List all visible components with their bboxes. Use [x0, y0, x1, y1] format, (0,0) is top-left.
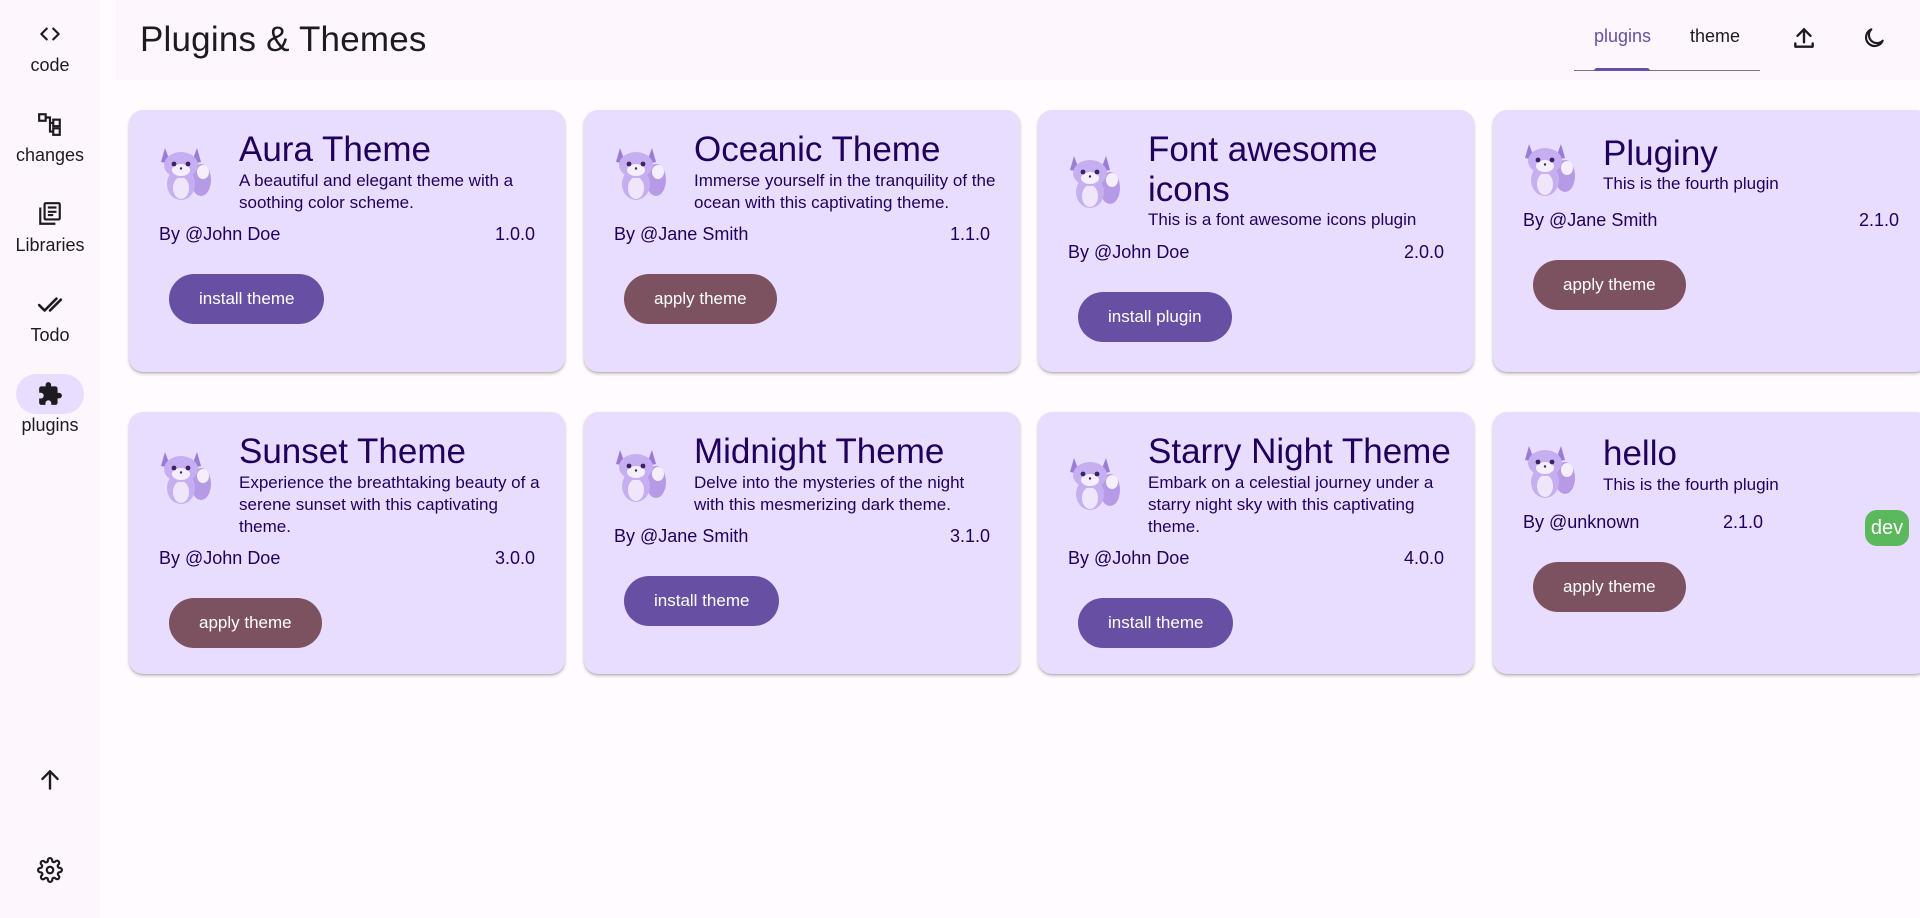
- fox-avatar-icon: [161, 452, 211, 504]
- tab-plugins[interactable]: plugins: [1594, 26, 1651, 47]
- settings-button[interactable]: [0, 852, 100, 892]
- sidebar-item-todo[interactable]: Todo: [0, 284, 100, 346]
- card-title: Aura Theme: [239, 130, 431, 169]
- sidebar-item-code[interactable]: code: [0, 14, 100, 76]
- sidebar-item-label: code: [30, 55, 70, 75]
- sidebar: code changes Libraries Todo plugins: [0, 0, 100, 918]
- card-version: 3.0.0: [494, 548, 535, 568]
- card-description: A beautiful and elegant theme with a soo…: [239, 171, 514, 212]
- tab-bar: plugins theme: [1574, 18, 1760, 71]
- sidebar-item-label: plugins: [21, 415, 79, 435]
- upload-button[interactable]: [1786, 22, 1822, 58]
- sidebar-item-changes[interactable]: changes: [0, 104, 100, 166]
- fox-avatar-icon: [161, 148, 211, 200]
- page-title: Plugins & Themes: [140, 20, 427, 59]
- apply-theme-button[interactable]: apply theme: [1533, 260, 1686, 310]
- fox-avatar-icon: [1525, 446, 1575, 498]
- card-description: This is the fourth plugin: [1603, 174, 1779, 193]
- install-theme-button[interactable]: install theme: [624, 576, 780, 626]
- card-author: By @Jane Smith: [614, 224, 749, 244]
- apply-theme-button[interactable]: apply theme: [169, 598, 322, 648]
- plugin-card: Starry Night Theme Embark on a celestial…: [1038, 412, 1474, 674]
- dev-badge: dev: [1865, 510, 1909, 546]
- card-description: This is a font awesome icons plugin: [1148, 210, 1417, 229]
- card-title: Pluginy: [1603, 134, 1718, 173]
- card-author: By @Jane Smith: [1523, 210, 1658, 230]
- card-description: This is the fourth plugin: [1603, 475, 1779, 494]
- card-title: Sunset Theme: [239, 432, 466, 471]
- card-description: Embark on a celestial journey under a st…: [1148, 473, 1434, 536]
- theme-toggle-button[interactable]: [1856, 22, 1892, 58]
- plugin-card: Pluginy This is the fourth plugin By @Ja…: [1493, 110, 1920, 372]
- card-version: 4.0.0: [1403, 548, 1444, 568]
- sidebar-item-label: Libraries: [15, 235, 85, 255]
- library-icon: [16, 194, 84, 234]
- card-version: 2.1.0: [1723, 512, 1764, 532]
- moon-icon: [1861, 25, 1887, 56]
- check-icon: [16, 284, 84, 324]
- card-description: Delve into the mysteries of the night wi…: [694, 473, 965, 514]
- card-title: Oceanic Theme: [694, 130, 941, 169]
- card-title: hello: [1603, 434, 1677, 473]
- fox-avatar-icon: [1525, 144, 1575, 196]
- sidebar-item-label: changes: [15, 145, 85, 165]
- card-author: By @Jane Smith: [614, 526, 749, 546]
- card-title: Font awesome icons: [1148, 130, 1378, 209]
- puzzle-icon: [16, 374, 84, 414]
- tab-theme[interactable]: theme: [1690, 26, 1740, 47]
- plugin-card: Oceanic Theme Immerse yourself in the tr…: [584, 110, 1020, 372]
- scroll-top-button[interactable]: [0, 762, 100, 802]
- card-description: Immerse yourself in the tranquility of t…: [694, 171, 996, 212]
- card-version: 3.1.0: [949, 526, 990, 546]
- arrow-up-icon: [37, 767, 63, 798]
- fox-avatar-icon: [616, 450, 666, 502]
- sidebar-item-plugins[interactable]: plugins: [0, 374, 100, 436]
- card-author: By @John Doe: [1068, 242, 1190, 262]
- card-version: 2.1.0: [1858, 210, 1899, 230]
- card-version: 1.0.0: [494, 224, 535, 244]
- fox-avatar-icon: [616, 148, 666, 200]
- app-window: code changes Libraries Todo plugins Plug…: [0, 0, 1920, 918]
- card-description: Experience the breathtaking beauty of a …: [239, 473, 540, 536]
- code-icon: [16, 14, 84, 54]
- install-theme-button[interactable]: install theme: [169, 274, 325, 324]
- plugin-card: Sunset Theme Experience the breathtaking…: [129, 412, 565, 674]
- fox-avatar-icon: [1070, 156, 1120, 208]
- apply-theme-button[interactable]: apply theme: [1533, 562, 1686, 612]
- fox-avatar-icon: [1070, 458, 1120, 510]
- sidebar-item-libraries[interactable]: Libraries: [0, 194, 100, 256]
- card-author: By @John Doe: [159, 548, 281, 568]
- install-plugin-button[interactable]: install plugin: [1078, 292, 1232, 342]
- card-author: By @John Doe: [159, 224, 281, 244]
- card-author: By @John Doe: [1068, 548, 1190, 568]
- plugin-card: Aura Theme A beautiful and elegant theme…: [129, 110, 565, 372]
- card-version: 2.0.0: [1403, 242, 1444, 262]
- active-tab-indicator: [1594, 68, 1650, 71]
- card-author: By @unknown: [1523, 512, 1640, 532]
- card-version: 1.1.0: [949, 224, 990, 244]
- sidebar-item-label: Todo: [30, 325, 70, 345]
- plugin-card: hello This is the fourth plugin By @unkn…: [1493, 412, 1920, 674]
- install-theme-button[interactable]: install theme: [1078, 598, 1234, 648]
- card-title: Starry Night Theme: [1148, 432, 1451, 471]
- top-app-bar: Plugins & Themes plugins theme: [116, 0, 1920, 80]
- plugin-card: Font awesome icons This is a font awesom…: [1038, 110, 1474, 372]
- upload-icon: [1791, 25, 1817, 56]
- plugin-card: Midnight Theme Delve into the mysteries …: [584, 412, 1020, 674]
- card-title: Midnight Theme: [694, 432, 945, 471]
- tree-icon: [16, 104, 84, 144]
- gear-icon: [37, 856, 63, 888]
- apply-theme-button[interactable]: apply theme: [624, 274, 777, 324]
